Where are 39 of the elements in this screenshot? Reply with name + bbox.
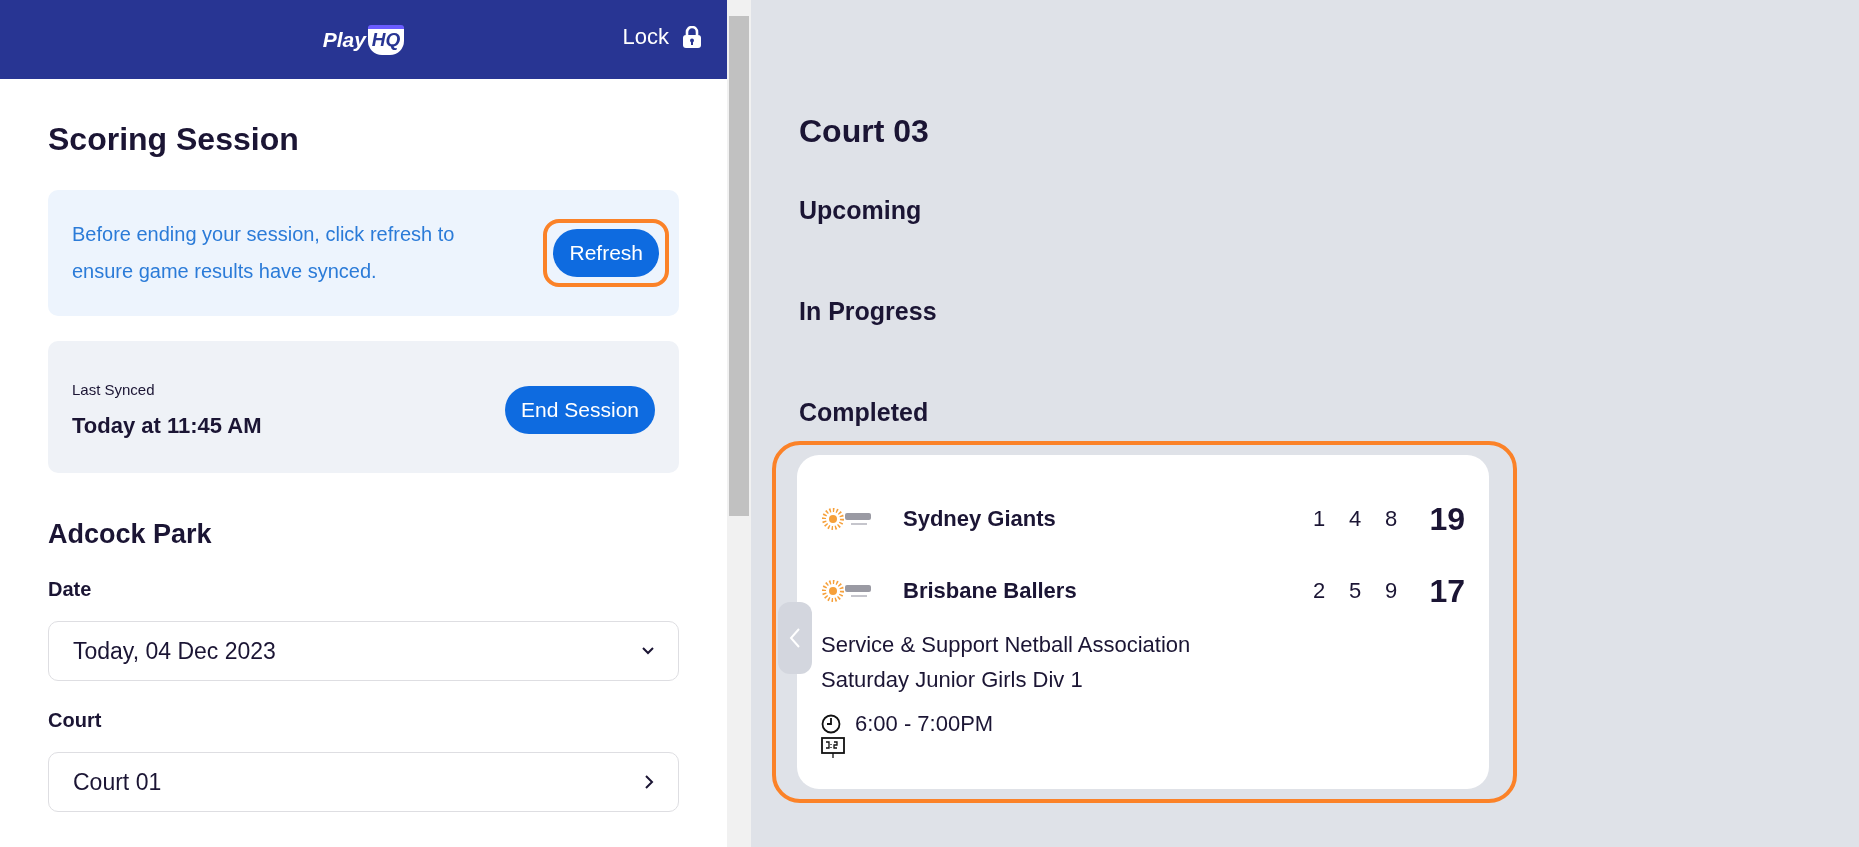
competition-name: Saturday Junior Girls Div 1 <box>821 666 1084 694</box>
padlock-icon <box>683 26 701 48</box>
venue-title: Adcock Park <box>48 519 213 550</box>
quarter-score: 8 <box>1383 506 1399 532</box>
quarter-score: 9 <box>1383 578 1399 604</box>
court-selector[interactable]: Court 01 <box>48 752 679 812</box>
playhq-logo: Play HQ <box>322 24 405 55</box>
court-title: Court 03 <box>799 113 930 150</box>
total-score: 19 <box>1428 500 1465 538</box>
section-heading: Completed <box>799 398 930 427</box>
chevron-down-icon <box>642 647 654 655</box>
quarter-score: 1 <box>1311 506 1327 532</box>
last-synced-label: Last Synced <box>72 381 156 398</box>
team-name: Sydney Giants <box>903 506 1057 532</box>
session-title: Scoring Session <box>48 121 300 158</box>
lock-button[interactable]: Lock <box>622 24 701 50</box>
total-score: 17 <box>1428 572 1465 610</box>
field-label: Date <box>48 578 93 601</box>
section-heading: Upcoming <box>799 196 923 225</box>
quarter-score: 5 <box>1347 578 1363 604</box>
game-time: 6:00 - 7:00PM <box>855 711 994 737</box>
previous-arrow-button[interactable] <box>778 602 812 674</box>
chevron-left-icon <box>789 627 801 649</box>
game-card[interactable]: Sydney Giants 1 4 8 19 Brisbane Ballers 2 5 9 17 Service & Support Netball Association Saturday Junior Girls Div 1 6:00 - 7:00PM <box>797 455 1489 789</box>
end-session-button[interactable]: End Session <box>505 386 655 434</box>
field-label: Court <box>48 709 103 732</box>
association-name: Service & Support Netball Association <box>821 631 1192 659</box>
section-heading: In Progress <box>799 297 938 326</box>
clock-icon <box>821 714 841 734</box>
notice-text: Before ending your session, click refresh to ensure game results have synced. <box>72 222 456 284</box>
scrollbar[interactable] <box>727 0 751 847</box>
scoreboard-icon <box>821 737 845 759</box>
last-synced-time: Today at 11:45 AM <box>72 413 262 439</box>
team-name: Brisbane Ballers <box>903 578 1078 604</box>
chevron-right-icon <box>645 775 654 789</box>
refresh-button[interactable]: Refresh <box>553 229 659 277</box>
quarter-score: 4 <box>1347 506 1363 532</box>
quarter-score: 2 <box>1311 578 1327 604</box>
date-dropdown[interactable]: Today, 04 Dec 2023 <box>48 621 679 681</box>
